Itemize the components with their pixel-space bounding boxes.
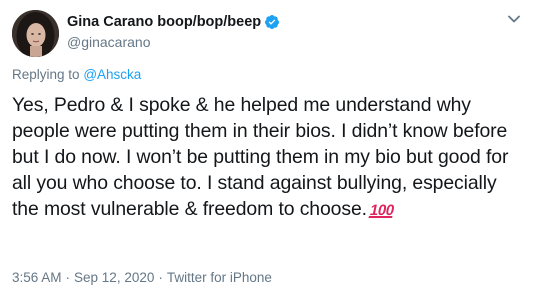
hundred-points-icon: 100 [368,202,396,219]
tweet-body: Yes, Pedro & I spoke & he helped me unde… [12,94,509,220]
replying-to-label: Replying to [12,67,80,82]
replying-to: Replying to @Ahscka [12,67,141,82]
reply-mention-link[interactable]: @Ahscka [83,67,141,82]
chevron-down-icon[interactable] [505,10,523,28]
avatar-image [12,10,59,57]
tweet-date[interactable]: Sep 12, 2020 [74,270,154,285]
avatar[interactable] [12,10,59,57]
tweet-text: Yes, Pedro & I spoke & he helped me unde… [12,92,524,224]
tweet-meta: 3:56 AM · Sep 12, 2020 · Twitter for iPhone [12,270,272,285]
tweet-card: Gina Carano boop/bop/beep @ginacarano Re… [0,0,535,299]
tweet-source[interactable]: Twitter for iPhone [167,270,272,285]
meta-separator: · [65,270,71,285]
tweet-time[interactable]: 3:56 AM [12,270,62,285]
meta-separator-2: · [158,270,163,285]
author-display-name[interactable]: Gina Carano boop/bop/beep [67,14,261,30]
author-handle[interactable]: @ginacarano [67,34,151,50]
verified-badge-icon [264,14,280,30]
author-name-row[interactable]: Gina Carano boop/bop/beep [67,13,280,31]
